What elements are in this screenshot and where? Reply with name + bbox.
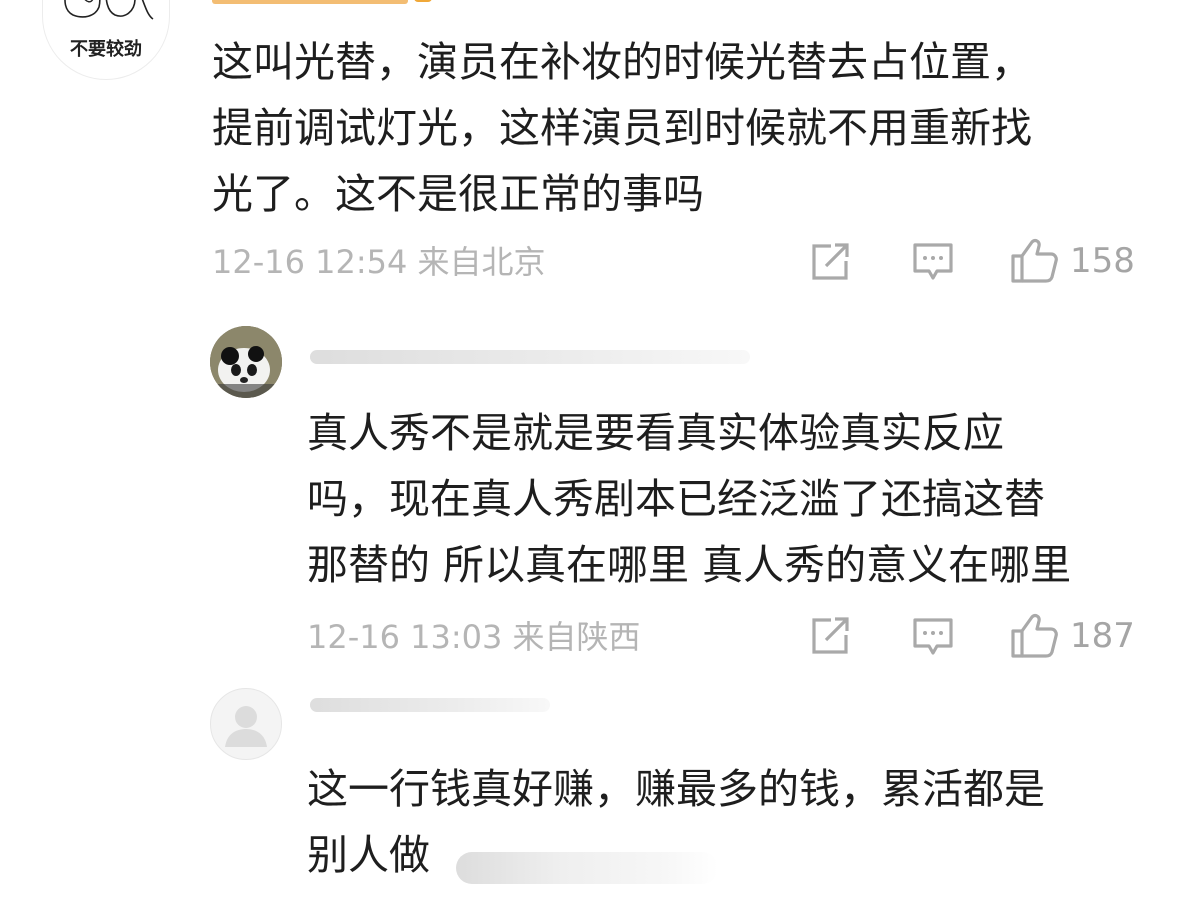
avatar[interactable]: 不要较劲 (42, 0, 170, 80)
share-icon (812, 243, 849, 280)
default-avatar-icon (225, 706, 267, 747)
comment-line: 提前调试灯光，这样演员到时候就不用重新找 (212, 104, 1032, 152)
comment-line: 吗，现在真人秀剧本已经泛滥了还搞这替 (307, 475, 1045, 523)
comment-icon (913, 618, 953, 655)
thumbs-up-icon (1011, 239, 1058, 283)
share-button[interactable] (811, 243, 851, 281)
thumbs-up-icon (1011, 614, 1058, 658)
comment-meta: 12-16 13:03 来自陕西 (307, 617, 641, 657)
like-button[interactable]: 187 (1010, 613, 1135, 659)
share-icon (812, 617, 849, 654)
username-redacted[interactable] (212, 0, 432, 6)
share-button[interactable] (811, 617, 851, 655)
like-button[interactable]: 158 (1010, 238, 1135, 284)
like-count: 187 (1070, 616, 1135, 656)
comment-line: 那替的 所以真在哪里 真人秀的意义在哪里 (307, 541, 1072, 589)
panda-avatar-icon (210, 326, 282, 398)
avatar-caption: 不要较劲 (70, 39, 142, 60)
username-redacted[interactable] (310, 350, 750, 364)
avatar[interactable] (210, 326, 282, 398)
like-count: 158 (1070, 241, 1135, 281)
comment-time: 12-16 13:03 (307, 618, 503, 656)
badge-icon (414, 0, 432, 2)
reply-button[interactable] (912, 242, 954, 282)
comment-meta: 12-16 12:54 来自北京 (212, 242, 546, 282)
blurred-sticker (456, 852, 718, 884)
avatar-sketch-icon (64, 0, 154, 20)
comment-line: 这叫光替，演员在补妆的时候光替去占位置， (212, 38, 1032, 86)
comment-line: 这一行钱真好赚，赚最多的钱，累活都是 (307, 765, 1045, 813)
username-redacted[interactable] (310, 698, 550, 712)
reply-button[interactable] (912, 617, 954, 657)
comment-location: 来自陕西 (512, 618, 641, 656)
comment-line: 真人秀不是就是要看真实体验真实反应 (307, 409, 1004, 457)
comment-icon (913, 243, 953, 280)
avatar[interactable] (210, 688, 282, 760)
comment-body: 这叫光替，演员在补妆的时候光替去占位置， 提前调试灯光，这样演员到时候就不用重新… (212, 29, 1032, 227)
comment-location: 来自北京 (417, 243, 546, 281)
comment-line: 光了。这不是很正常的事吗 (212, 170, 704, 218)
comment-body: 真人秀不是就是要看真实体验真实反应 吗，现在真人秀剧本已经泛滥了还搞这替 那替的… (307, 400, 1071, 598)
comment-time: 12-16 12:54 (212, 243, 408, 281)
